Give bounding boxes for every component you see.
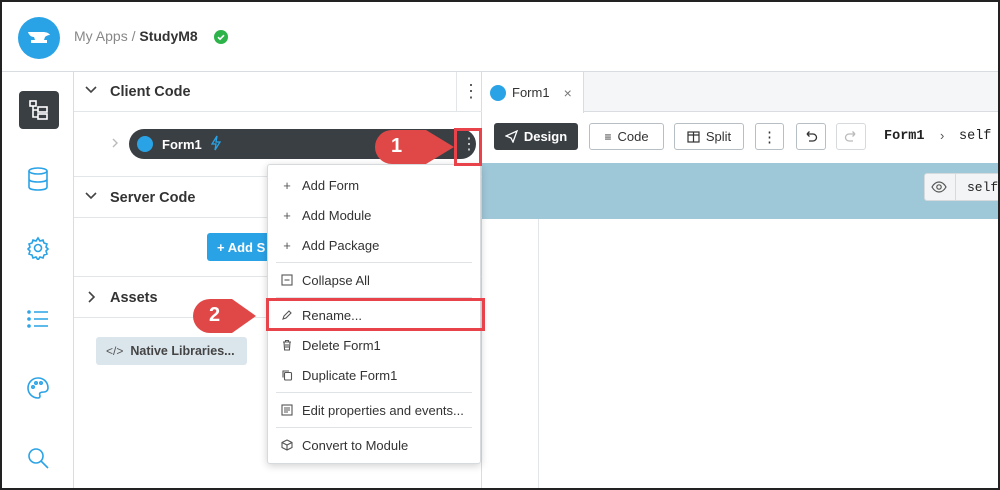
menu-item-duplicate[interactable]: Duplicate Form1 bbox=[268, 360, 482, 390]
collapse-icon bbox=[272, 274, 302, 286]
breadcrumb-app-name[interactable]: StudyM8 bbox=[139, 28, 197, 44]
breadcrumb: My Apps / StudyM8 bbox=[74, 28, 198, 44]
list-icon[interactable] bbox=[20, 301, 56, 337]
highlight-form1-menu bbox=[454, 128, 482, 166]
anvil-logo-icon[interactable] bbox=[18, 17, 60, 59]
menu-item-label: Collapse All bbox=[302, 272, 370, 288]
menu-item-label: Add Module bbox=[302, 207, 372, 223]
plus-icon: + bbox=[283, 237, 291, 253]
split-label: Split bbox=[705, 129, 732, 144]
menu-item-label: Add Package bbox=[302, 237, 380, 253]
palette-icon[interactable] bbox=[20, 370, 56, 406]
top-bar: My Apps / StudyM8 bbox=[2, 2, 998, 72]
menu-item-label: Convert to Module bbox=[302, 437, 409, 453]
form-icon bbox=[490, 84, 506, 101]
menu-item-label: Edit properties and events... bbox=[302, 402, 464, 418]
menu-item-add-module[interactable]: + Add Module bbox=[268, 200, 482, 230]
split-button[interactable]: Split bbox=[674, 123, 744, 150]
close-icon[interactable]: × bbox=[564, 85, 572, 101]
redo-icon bbox=[844, 130, 856, 142]
editor-toolbar: Design ≡ Code Split ⋮ Form1 › self bbox=[482, 113, 998, 163]
chevron-right-icon bbox=[110, 136, 120, 154]
self-chip[interactable]: self bbox=[924, 173, 999, 201]
client-code-menu-icon[interactable]: ⋮ bbox=[462, 81, 480, 102]
chevron-down-icon bbox=[84, 189, 98, 208]
tab-form1-label: Form1 bbox=[512, 85, 550, 100]
form-header-strip: self bbox=[482, 163, 999, 219]
path-self[interactable]: self bbox=[959, 129, 991, 144]
undo-button[interactable] bbox=[796, 123, 826, 150]
menu-item-add-form[interactable]: + Add Form bbox=[268, 170, 482, 200]
database-icon[interactable] bbox=[20, 161, 56, 197]
undo-icon bbox=[806, 130, 818, 142]
menu-item-collapse-all[interactable]: Collapse All bbox=[268, 265, 482, 295]
callout-badge-2: 2 bbox=[192, 297, 256, 333]
path-form1[interactable]: Form1 bbox=[884, 129, 925, 144]
native-libraries-label: Native Libraries... bbox=[130, 344, 235, 358]
chevron-down-icon bbox=[84, 83, 98, 100]
menu-divider bbox=[276, 427, 472, 428]
eye-icon bbox=[931, 180, 947, 199]
breadcrumb-my-apps[interactable]: My Apps bbox=[74, 28, 128, 44]
cube-icon bbox=[272, 439, 302, 451]
align-left-icon: ≡ bbox=[604, 129, 612, 144]
menu-item-label: Duplicate Form1 bbox=[302, 367, 398, 383]
saved-check-icon bbox=[214, 30, 228, 44]
code-button[interactable]: ≡ Code bbox=[589, 123, 664, 150]
startup-bolt-icon bbox=[210, 135, 222, 156]
native-libraries-button[interactable]: </> Native Libraries... bbox=[96, 337, 247, 365]
callout-label-2: 2 bbox=[209, 304, 221, 326]
self-chip-label: self bbox=[967, 180, 999, 195]
trash-icon bbox=[272, 339, 302, 351]
menu-item-delete[interactable]: Delete Form1 bbox=[268, 330, 482, 360]
client-code-section[interactable]: Client Code ⋮ bbox=[74, 72, 482, 112]
callout-label-1: 1 bbox=[391, 135, 403, 157]
copy-icon bbox=[272, 369, 302, 381]
form-canvas-guide bbox=[538, 219, 539, 488]
code-brackets-icon: </> bbox=[106, 344, 124, 358]
app-tree-icon[interactable] bbox=[19, 91, 59, 129]
more-button[interactable]: ⋮ bbox=[755, 123, 784, 150]
design-label: Design bbox=[523, 129, 568, 144]
path-separator: › bbox=[940, 128, 945, 143]
menu-item-convert-to-module[interactable]: Convert to Module bbox=[268, 430, 482, 460]
server-code-heading: Server Code bbox=[110, 190, 196, 206]
callout-badge-1: 1 bbox=[374, 128, 454, 164]
tab-form1[interactable]: Form1 × bbox=[482, 72, 584, 113]
highlight-rename bbox=[266, 298, 485, 331]
assets-heading: Assets bbox=[110, 290, 158, 306]
left-rail bbox=[2, 72, 74, 488]
client-code-heading: Client Code bbox=[110, 84, 191, 100]
menu-item-add-package[interactable]: + Add Package bbox=[268, 230, 482, 260]
breadcrumb-separator: / bbox=[131, 28, 136, 44]
search-icon[interactable] bbox=[20, 440, 56, 476]
redo-button[interactable] bbox=[836, 123, 866, 150]
editor-area: Form1 × Design ≡ Code Split ⋮ Form1 › se… bbox=[482, 72, 999, 488]
menu-divider bbox=[276, 392, 472, 393]
settings-icon[interactable] bbox=[20, 230, 56, 266]
code-label: Code bbox=[617, 129, 649, 144]
menu-item-edit-properties[interactable]: Edit properties and events... bbox=[268, 395, 482, 425]
plus-icon: + bbox=[283, 177, 291, 193]
form1-label: Form1 bbox=[162, 137, 202, 152]
send-icon bbox=[504, 130, 518, 143]
app-window: My Apps / StudyM8 Client Code ⋮ Form1 ⋮ … bbox=[0, 0, 1000, 490]
form-icon bbox=[137, 136, 153, 152]
menu-item-label: Delete Form1 bbox=[302, 337, 381, 353]
split-icon bbox=[687, 130, 700, 143]
menu-item-label: Add Form bbox=[302, 177, 360, 193]
design-button[interactable]: Design bbox=[494, 123, 578, 150]
properties-icon bbox=[272, 404, 302, 416]
menu-divider bbox=[276, 262, 472, 263]
chevron-right-icon bbox=[86, 290, 98, 309]
plus-icon: + bbox=[283, 207, 291, 223]
editor-tab-bar: Form1 × bbox=[482, 72, 998, 113]
